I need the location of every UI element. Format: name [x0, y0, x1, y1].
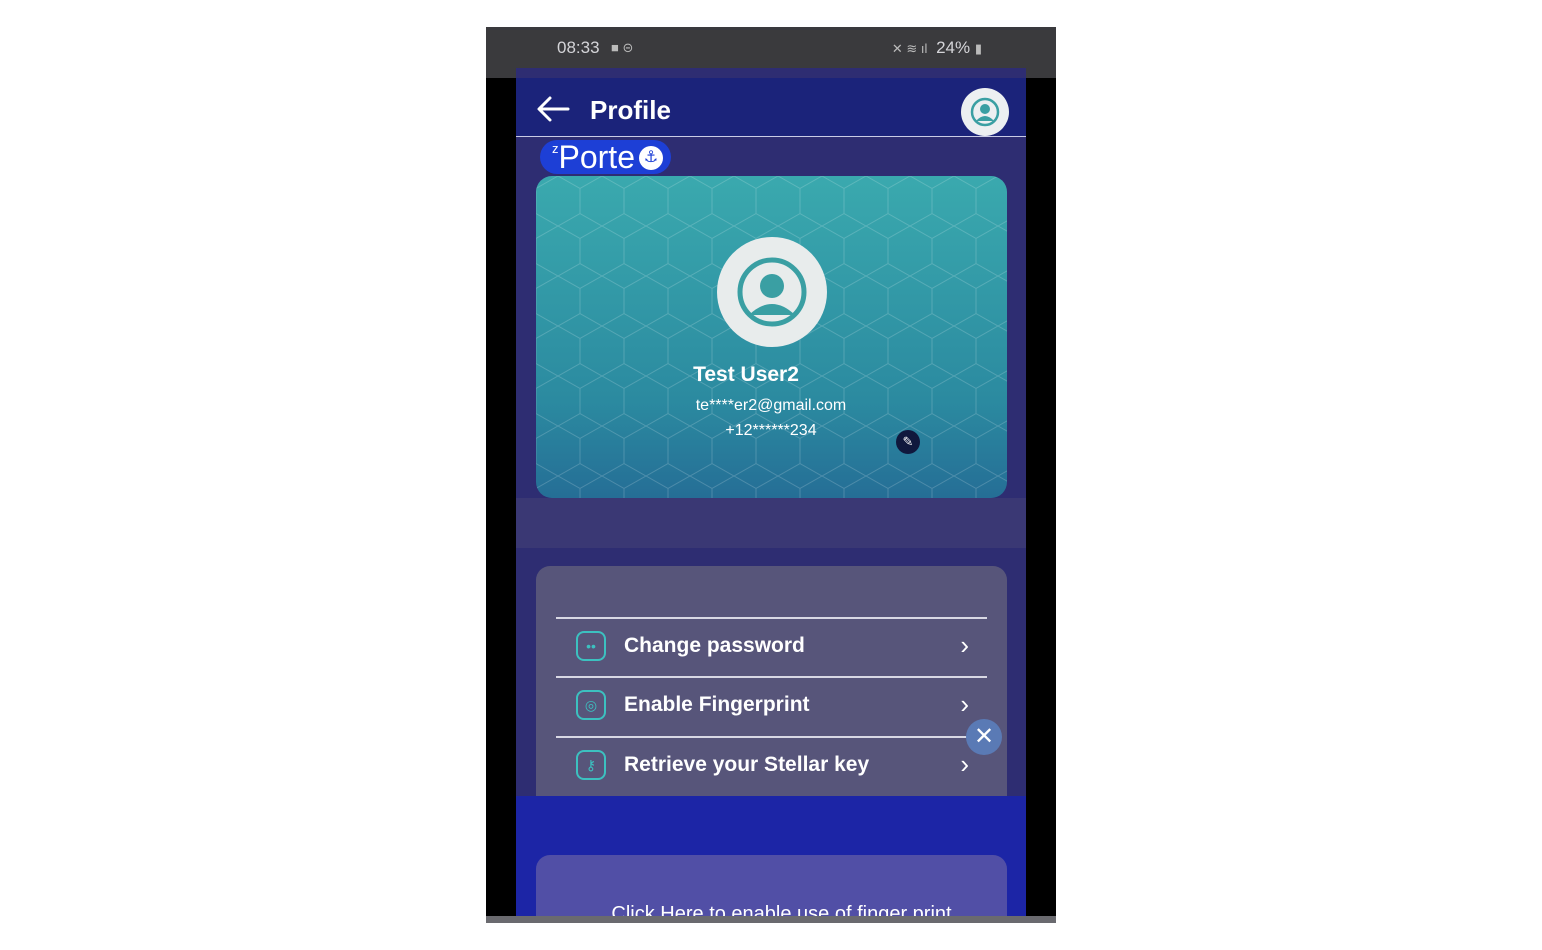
anchor-icon: ⚓: [638, 146, 663, 170]
settings-item-stellar-key[interactable]: ⚷ Retrieve your Stellar key ›: [556, 737, 987, 795]
navigation-bar: [486, 916, 1056, 923]
enable-fingerprint-prompt[interactable]: Click Here to enable use of finger print: [536, 855, 1007, 923]
settings-list: •• Change password › ◎ Enable Fingerprin…: [536, 566, 1007, 826]
profile-card: Test User2 te****er2@gmail.com +12******…: [536, 176, 1007, 498]
status-time: 08:33: [557, 38, 600, 57]
settings-item-label: Enable Fingerprint: [624, 693, 810, 716]
fingerprint-icon: ◎: [576, 690, 606, 720]
chevron-right-icon: ›: [960, 749, 969, 779]
settings-item-enable-fingerprint[interactable]: ◎ Enable Fingerprint ›: [556, 677, 987, 735]
chevron-right-icon: ›: [960, 630, 969, 660]
section-spacer: [516, 498, 1026, 548]
status-notification-icons: ■ ⊝: [611, 40, 634, 55]
chevron-right-icon: ›: [960, 689, 969, 719]
phone-screen: 08:33 ■ ⊝ ✕ ≋ ıl 24% ▮ Profile zPorte ⚓: [486, 27, 1056, 923]
settings-item-label: Change password: [624, 634, 805, 657]
status-right: ✕ ≋ ıl 24% ▮: [892, 38, 986, 58]
app-content: Profile zPorte ⚓ Test User2 te****er2@gm…: [516, 68, 1026, 923]
battery-level: 24%: [936, 38, 971, 57]
profile-avatar[interactable]: [717, 237, 827, 347]
key-icon: ⚷: [576, 750, 606, 780]
user-phone: +12******234: [725, 422, 817, 439]
settings-item-label: Retrieve your Stellar key: [624, 753, 870, 776]
user-name: Test User2: [693, 363, 799, 386]
battery-icon: ▮: [974, 41, 982, 56]
top-app-bar: Profile: [516, 78, 1026, 137]
settings-item-change-password[interactable]: •• Change password ›: [556, 618, 987, 676]
page-title: Profile: [590, 95, 671, 125]
porte-logo: zPorte ⚓: [540, 140, 671, 174]
password-icon: ••: [576, 631, 606, 661]
signal-icons: ✕ ≋ ıl: [891, 41, 928, 56]
logo-text: Porte: [558, 139, 635, 175]
back-arrow-icon[interactable]: [536, 95, 572, 123]
pencil-icon[interactable]: ✎: [896, 430, 920, 454]
user-email: te****er2@gmail.com: [695, 397, 847, 414]
user-circle-icon[interactable]: [961, 88, 1009, 136]
close-icon[interactable]: ✕: [966, 719, 1002, 755]
